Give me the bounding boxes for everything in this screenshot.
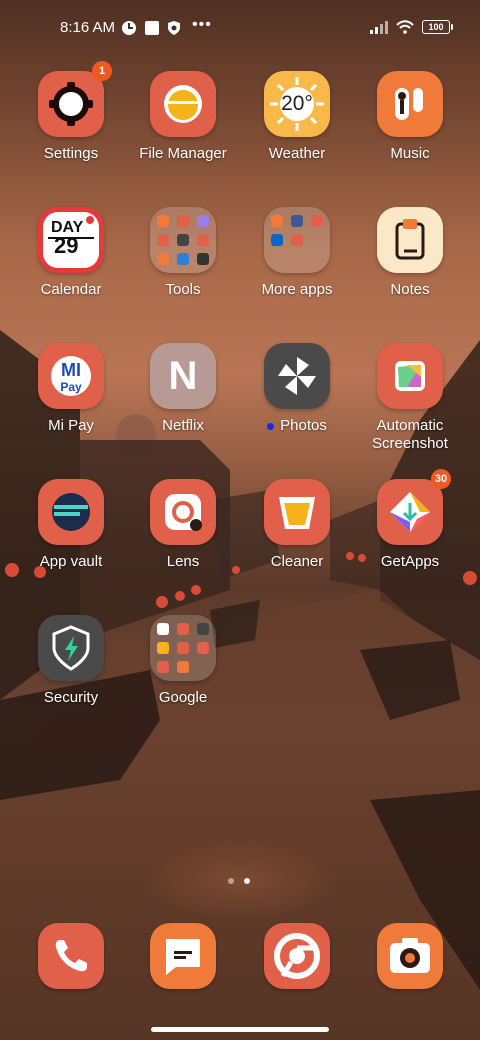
app-label: Music: [390, 145, 430, 162]
dock-phone[interactable]: [15, 923, 127, 989]
battery-icon: 100: [422, 20, 453, 34]
tools-folder-icon: [150, 207, 216, 273]
app-notes[interactable]: Notes: [354, 207, 466, 299]
page-dot-active[interactable]: [244, 878, 250, 884]
getapps-icon: 30: [377, 469, 451, 545]
app-label: Google: [158, 689, 208, 706]
music-icon: [377, 71, 443, 137]
app-label: Photos: [241, 417, 353, 435]
photos-new-dot: [267, 422, 275, 430]
app-label: Notes: [390, 281, 430, 298]
app-vault-icon: [38, 479, 104, 545]
app-label: App vault: [39, 553, 103, 570]
google-folder-icon: [150, 615, 216, 681]
security-icon: [38, 615, 104, 681]
browser-notification-icon: [122, 21, 136, 35]
gallery-notification-icon: [145, 21, 159, 35]
app-label: Calendar: [40, 281, 102, 298]
folder-tools[interactable]: Tools: [127, 207, 239, 299]
app-automatic-screenshot[interactable]: Automatic Screenshot: [354, 343, 466, 453]
app-app-vault[interactable]: App vault: [15, 479, 127, 571]
app-music[interactable]: Music: [354, 71, 466, 163]
app-settings[interactable]: 1 Settings: [15, 61, 127, 163]
app-lens[interactable]: Lens: [127, 479, 239, 571]
more-apps-folder-icon: [264, 207, 330, 273]
app-label: Netflix: [162, 417, 204, 434]
status-bar: 8:16 AM ••• 100: [0, 0, 480, 56]
cleaner-icon: [264, 479, 330, 545]
chrome-icon: [264, 923, 330, 989]
photos-label-text: Photos: [280, 417, 327, 434]
app-netflix[interactable]: N Netflix: [127, 343, 239, 435]
dock-chrome[interactable]: [241, 923, 353, 989]
file-manager-icon: [150, 71, 216, 137]
shield-notification-icon: [168, 21, 180, 35]
settings-icon: 1: [38, 61, 112, 137]
notes-icon: [377, 207, 443, 273]
app-label: Settings: [43, 145, 99, 162]
app-label: GetApps: [380, 553, 440, 570]
mi-pay-logo-bottom: Pay: [60, 380, 82, 394]
home-indicator[interactable]: [151, 1027, 329, 1032]
screenshot-icon: [377, 343, 443, 409]
settings-badge: 1: [92, 61, 112, 81]
camera-icon: [377, 923, 443, 989]
app-security[interactable]: Security: [15, 615, 127, 707]
app-label: Security: [43, 689, 99, 706]
weather-icon: 20°: [264, 71, 330, 137]
app-label: File Manager: [139, 145, 227, 162]
app-calendar[interactable]: DAY 29 Calendar: [15, 207, 127, 299]
app-label: More apps: [261, 281, 333, 298]
getapps-badge: 30: [431, 469, 451, 489]
app-label: Cleaner: [270, 553, 324, 570]
app-label: Lens: [166, 553, 200, 570]
more-notifications-icon: •••: [192, 16, 212, 33]
page-indicator[interactable]: [228, 878, 250, 884]
status-time: 8:16 AM: [60, 19, 116, 36]
app-label: Weather: [268, 145, 326, 162]
app-weather[interactable]: 20° Weather: [241, 71, 353, 163]
app-photos[interactable]: Photos: [241, 343, 353, 435]
system-status: 100: [370, 20, 453, 34]
netflix-icon: N: [150, 343, 216, 409]
mi-pay-icon: MI Pay: [38, 343, 104, 409]
app-getapps[interactable]: 30 GetApps: [354, 469, 466, 571]
app-label: Tools: [165, 281, 201, 298]
app-file-manager[interactable]: File Manager: [127, 71, 239, 163]
signal-icon: [370, 21, 388, 34]
messages-icon: [150, 923, 216, 989]
wifi-icon: [396, 20, 414, 34]
app-label: Automatic Screenshot: [372, 417, 448, 452]
phone-icon: [38, 923, 104, 989]
weather-temp: 20°: [281, 92, 313, 115]
dock-camera[interactable]: [354, 923, 466, 989]
app-mi-pay[interactable]: MI Pay Mi Pay: [15, 343, 127, 435]
app-label: Mi Pay: [48, 417, 94, 434]
page-dot[interactable]: [228, 878, 234, 884]
lens-icon: [150, 479, 216, 545]
photos-icon: [264, 343, 330, 409]
netflix-letter: N: [168, 354, 198, 398]
folder-google[interactable]: Google: [127, 615, 239, 707]
calendar-icon: DAY 29: [38, 207, 104, 273]
folder-more-apps[interactable]: More apps: [241, 207, 353, 299]
dock-messages[interactable]: [127, 923, 239, 989]
app-cleaner[interactable]: Cleaner: [241, 479, 353, 571]
mi-pay-logo-top: MI: [61, 360, 81, 380]
